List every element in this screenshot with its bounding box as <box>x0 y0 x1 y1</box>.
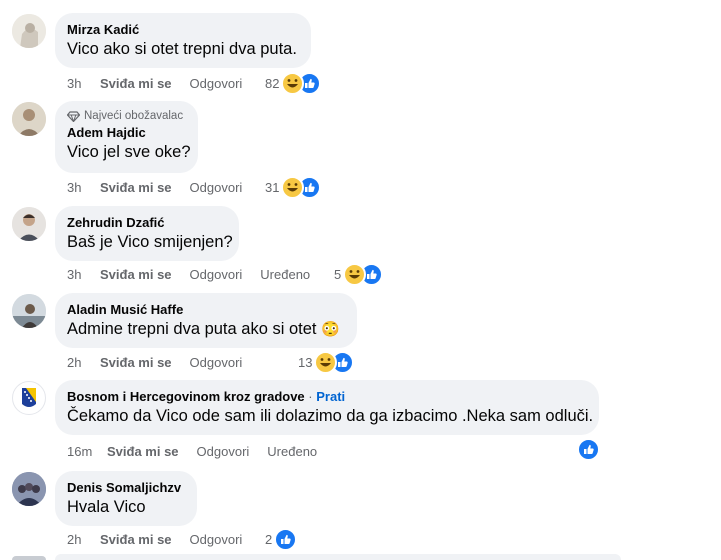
reply-button[interactable]: Odgovori <box>190 180 243 195</box>
like-reaction-icon <box>274 528 298 551</box>
comment-text: Admine trepni dva puta ako si otet 😳 <box>67 318 345 341</box>
reaction-summary[interactable]: 5 <box>334 263 384 286</box>
comment-actions: 3h Sviđa mi se Odgovori <box>67 76 260 91</box>
reply-button[interactable]: Odgovori <box>190 267 243 282</box>
avatar[interactable] <box>12 207 46 241</box>
like-button[interactable]: Sviđa mi se <box>100 532 172 547</box>
avatar[interactable] <box>12 102 46 136</box>
avatar[interactable] <box>12 381 46 415</box>
like-button[interactable]: Sviđa mi se <box>100 180 172 195</box>
follow-button[interactable]: Prati <box>316 389 345 404</box>
like-reaction-icon <box>577 438 600 461</box>
like-button[interactable]: Sviđa mi se <box>100 355 172 370</box>
comment-bubble: Denis Somaljichzv Hvala Vico <box>55 471 197 526</box>
edited-label: Uređeno <box>267 444 318 459</box>
comment-actions: 16m Sviđa mi se Odgovori Uređeno <box>67 444 317 459</box>
comment-bubble: Zehrudin Dzafić Baš je Vico smijenjen? <box>55 206 239 261</box>
author-name[interactable]: Mirza Kadić <box>67 21 299 38</box>
timestamp[interactable]: 2h <box>67 355 100 370</box>
timestamp[interactable]: 3h <box>67 76 100 91</box>
comment-text: Baš je Vico smijenjen? <box>67 233 233 251</box>
reply-button[interactable]: Odgovori <box>190 76 243 91</box>
like-button[interactable]: Sviđa mi se <box>100 76 172 91</box>
comment-text: Vico ako si otet trepni dva puta. <box>67 40 297 58</box>
next-comment-bubble <box>55 554 621 560</box>
comment-actions: 3h Sviđa mi se Odgovori Uređeno <box>67 267 310 282</box>
haha-reaction-icon <box>281 176 305 199</box>
avatar[interactable] <box>12 294 46 328</box>
like-button[interactable]: Sviđa mi se <box>107 444 179 459</box>
avatar-next-comment[interactable] <box>12 556 46 560</box>
comment-bubble: Mirza Kadić Vico ako si otet trepni dva … <box>55 13 311 68</box>
comment-text: Vico jel sve oke? <box>67 143 191 161</box>
comment-actions: 2h Sviđa mi se Odgovori <box>67 355 260 370</box>
comment-bubble: Aladin Musić Haffe Admine trepni dva put… <box>55 293 357 348</box>
reply-button[interactable]: Odgovori <box>190 532 243 547</box>
like-button[interactable]: Sviđa mi se <box>100 267 172 282</box>
reaction-summary[interactable]: 31 <box>265 176 322 199</box>
author-name[interactable]: Bosnom i Hercegovinom kroz gradove <box>67 389 305 404</box>
flushed-emoji-icon: 😳 <box>321 321 340 338</box>
reaction-count: 31 <box>265 180 280 195</box>
timestamp[interactable]: 3h <box>67 180 100 195</box>
reaction-summary[interactable] <box>577 438 600 461</box>
timestamp[interactable]: 3h <box>67 267 100 282</box>
reaction-count: 5 <box>334 267 342 282</box>
separator-dot: · <box>308 389 313 404</box>
comment-text: Čekamo da Vico ode sam ili dolazimo da g… <box>67 407 594 425</box>
reaction-summary[interactable]: 13 <box>298 351 355 374</box>
haha-reaction-icon <box>281 72 305 95</box>
reaction-count: 13 <box>298 355 313 370</box>
avatar[interactable] <box>12 472 46 506</box>
reaction-count: 82 <box>265 76 280 91</box>
comment-actions: 3h Sviđa mi se Odgovori <box>67 180 260 195</box>
reaction-summary[interactable]: 82 <box>265 72 322 95</box>
timestamp[interactable]: 2h <box>67 532 100 547</box>
comment-bubble: Bosnom i Hercegovinom kroz gradove · Pra… <box>55 380 599 435</box>
badge-label: Najveći obožavalac <box>84 110 184 122</box>
author-name[interactable]: Adem Hajdic <box>67 124 186 141</box>
author-name[interactable]: Zehrudin Dzafić <box>67 214 227 231</box>
haha-reaction-icon <box>314 351 338 374</box>
reply-button[interactable]: Odgovori <box>197 444 250 459</box>
top-fan-badge: Najveći obožavalac <box>67 109 186 124</box>
avatar[interactable] <box>12 14 46 48</box>
comment-actions: 2h Sviđa mi se Odgovori <box>67 532 260 547</box>
comment-text: Hvala Vico <box>67 498 146 516</box>
comment-text-body: Admine trepni dva puta ako si otet <box>67 320 317 338</box>
comment-bubble: Najveći obožavalac Adem Hajdic Vico jel … <box>55 101 198 173</box>
diamond-icon <box>67 111 80 122</box>
reply-button[interactable]: Odgovori <box>190 355 243 370</box>
edited-label: Uređeno <box>260 267 311 282</box>
haha-reaction-icon <box>343 263 367 286</box>
reaction-summary[interactable]: 2 <box>265 528 298 551</box>
author-name[interactable]: Aladin Musić Haffe <box>67 301 345 318</box>
reaction-count: 2 <box>265 532 273 547</box>
timestamp[interactable]: 16m <box>67 444 107 459</box>
author-line: Bosnom i Hercegovinom kroz gradove · Pra… <box>67 388 587 405</box>
author-name[interactable]: Denis Somaljichzv <box>67 479 185 496</box>
